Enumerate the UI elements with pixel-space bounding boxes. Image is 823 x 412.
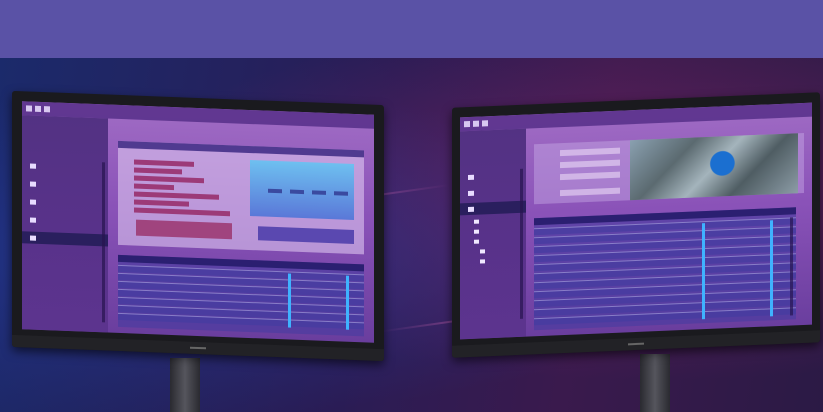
list-icon — [30, 217, 36, 223]
detail-field[interactable] — [560, 171, 620, 181]
chart-bar — [134, 199, 189, 207]
right-window-titlebar — [460, 102, 812, 132]
tree-item[interactable] — [474, 238, 482, 244]
preview-image[interactable] — [630, 133, 798, 201]
sidebar-item[interactable] — [460, 169, 526, 184]
chart-bar — [134, 167, 182, 175]
left-monitor-stand — [170, 358, 200, 412]
summary-chip — [268, 188, 282, 194]
tree-item[interactable] — [474, 228, 482, 234]
top-banner — [0, 0, 823, 58]
right-monitor-screen — [460, 102, 812, 340]
window-save-icon[interactable] — [473, 120, 479, 127]
chart-bar — [134, 207, 230, 217]
data-grid — [534, 207, 796, 331]
status-column — [288, 273, 291, 328]
detail-field[interactable] — [560, 147, 620, 157]
status-column — [702, 223, 705, 320]
window-undo-icon[interactable] — [482, 120, 488, 127]
folder-icon — [474, 229, 479, 234]
sidebar-item[interactable] — [460, 185, 526, 200]
window-undo-icon[interactable] — [44, 106, 50, 113]
sidebar-item-settings[interactable] — [22, 231, 108, 247]
detail-field[interactable] — [560, 187, 620, 197]
status-column — [346, 275, 349, 330]
heat-cells — [258, 226, 354, 244]
left-monitor-screen — [22, 101, 374, 343]
sidebar-item-document[interactable] — [22, 195, 108, 210]
chart-bar — [134, 183, 174, 191]
sidebar-item-active[interactable] — [460, 200, 526, 216]
image-icon — [480, 259, 485, 264]
home-icon — [468, 174, 474, 180]
summary-panel — [250, 159, 354, 220]
folder-icon — [468, 190, 474, 196]
summary-chip — [290, 189, 304, 195]
tree-item[interactable] — [480, 258, 488, 264]
window-menu-icon[interactable] — [26, 105, 32, 112]
image-icon — [480, 249, 485, 254]
window-save-icon[interactable] — [35, 105, 41, 112]
folder-icon — [30, 181, 36, 187]
summary-chip — [312, 190, 326, 195]
detail-panel — [534, 132, 804, 205]
window-menu-icon[interactable] — [464, 120, 470, 128]
sidebar-scrollbar[interactable] — [520, 168, 523, 319]
tree-item[interactable] — [480, 248, 488, 254]
tree-item[interactable] — [474, 218, 482, 224]
chart-bar — [134, 191, 219, 200]
data-grid — [118, 254, 364, 337]
detail-field[interactable] — [560, 159, 620, 169]
sidebar-item-list[interactable] — [22, 213, 108, 228]
folder-icon — [474, 239, 479, 244]
chart-bar — [134, 175, 204, 184]
sidebar-item-home[interactable] — [22, 159, 108, 174]
monitors-scene — [0, 58, 823, 412]
summary-chip — [334, 191, 348, 196]
panel-header — [118, 140, 364, 158]
right-sidebar — [460, 128, 526, 340]
grid-scrollbar[interactable] — [790, 217, 793, 316]
chart-panel — [118, 140, 364, 255]
home-icon — [30, 163, 36, 169]
document-icon — [30, 199, 36, 205]
sidebar-scrollbar[interactable] — [102, 162, 105, 323]
folder-icon — [474, 219, 479, 224]
heat-cells — [136, 219, 232, 240]
right-monitor-stand — [640, 354, 670, 412]
right-monitor — [452, 92, 820, 358]
settings-icon — [30, 235, 36, 241]
left-monitor — [12, 90, 384, 362]
status-column — [770, 220, 773, 317]
image-icon — [468, 206, 474, 212]
left-sidebar — [22, 115, 108, 333]
sidebar-item-folder[interactable] — [22, 177, 108, 192]
chart-bar — [134, 159, 194, 167]
